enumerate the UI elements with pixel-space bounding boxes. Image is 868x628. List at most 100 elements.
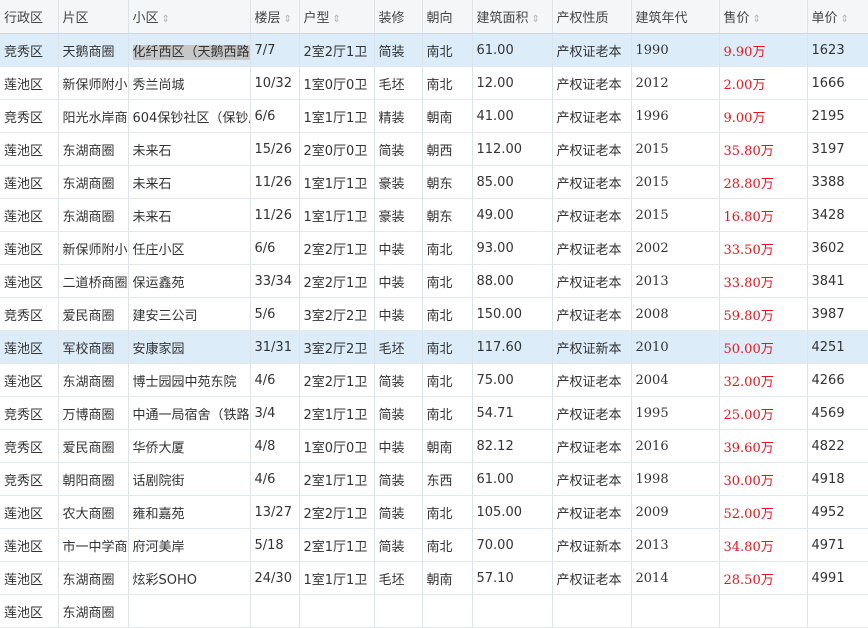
sort-arrows-icon[interactable]: ⇕ bbox=[162, 14, 170, 25]
table-row[interactable]: 莲池区 东湖商圈 bbox=[0, 594, 868, 628]
table-row[interactable]: 莲池区 新保师附小 秀兰尚城 10/32 1室0厅0卫 毛坯 南北 12.00 产权证老本 201… bbox=[0, 66, 868, 100]
price-value: 25.00万 bbox=[723, 407, 774, 423]
cell-district: 莲池区 bbox=[0, 330, 59, 364]
cell-district: 竞秀区 bbox=[0, 297, 59, 331]
cell-facing: 南北 bbox=[422, 231, 473, 265]
table-row[interactable]: 竞秀区 爱民商圈 建安三公司 5/6 3室2厅2卫 中装 南北 150.00 产权证老本 2008… bbox=[0, 297, 868, 331]
cell-district: 莲池区 bbox=[0, 66, 59, 100]
table-row[interactable]: 莲池区 东湖商圈 未来石 15/26 2室0厅0卫 简装 朝西 112.00 产权证老本 2015… bbox=[0, 132, 868, 166]
cell-property: 产权证老本 bbox=[552, 33, 632, 67]
table-row[interactable]: 莲池区 东湖商圈 未来石 11/26 1室1厅1卫 豪装 朝东 49.00 产权证老本 2015 1… bbox=[0, 198, 868, 232]
table-row[interactable]: 莲池区 军校商圈 安康家园 31/31 3室2厅2卫 毛坯 南北 117.60 产权证新本 201… bbox=[0, 330, 868, 364]
column-header-unit[interactable]: 单价 ⇕ bbox=[807, 0, 868, 34]
cell-price: 59.80万 bbox=[719, 297, 808, 331]
cell-area: 二道桥商圈 bbox=[58, 264, 129, 298]
column-header-label: 单价 bbox=[811, 11, 838, 26]
cell-decor: 简装 bbox=[374, 495, 423, 529]
cell-facing: 南北 bbox=[422, 495, 473, 529]
cell-layout: 1室0厅0卫 bbox=[299, 429, 375, 463]
cell-year bbox=[631, 594, 720, 628]
cell-decor: 中装 bbox=[374, 264, 423, 298]
cell-layout: 2室2厅1卫 bbox=[299, 363, 375, 397]
cell-price: 28.80万 bbox=[719, 165, 808, 199]
column-header-size[interactable]: 建筑面积 ⇕ bbox=[472, 0, 553, 34]
column-header-layout[interactable]: 户型 ⇕ bbox=[299, 0, 375, 34]
cell-size: 82.12 bbox=[472, 429, 553, 463]
cell-price: 52.00万 bbox=[719, 495, 808, 529]
community-name-highlighted: 化纤西区（天鹅西路） bbox=[132, 44, 249, 60]
cell-community: 化纤西区（天鹅西路） bbox=[128, 33, 251, 67]
sort-arrows-icon[interactable]: ⇕ bbox=[284, 14, 292, 25]
sort-arrows-icon[interactable]: ⇕ bbox=[841, 14, 849, 25]
cell-size: 112.00 bbox=[472, 132, 553, 166]
table-row[interactable]: 竞秀区阳光水岸商圈604保钞社区（保钞厂）6/61室1厅1卫精装朝南41.00产… bbox=[0, 99, 868, 133]
cell-layout: 2室1厅1卫 bbox=[299, 396, 375, 430]
column-header-community[interactable]: 小区 ⇕ bbox=[128, 0, 251, 34]
table-header-row: 行政区 片区 小区 ⇕ 楼层 ⇕ 户型 ⇕ 装修 朝向 建筑面积 ⇕ 产权性质 建筑年代 售价 ⇕ 单价 ⇕ bbox=[0, 0, 868, 34]
table-row[interactable]: 竞秀区 爱民商圈 华侨大厦 4/8 1室0厅0卫 中装 朝南 82.12 产权证老本 2016 39… bbox=[0, 429, 868, 463]
cell-floor: 6/6 bbox=[250, 99, 300, 133]
cell-price: 16.80万 bbox=[719, 198, 808, 232]
column-header-facing[interactable]: 朝向 bbox=[422, 0, 473, 34]
cell-floor: 5/18 bbox=[250, 528, 300, 562]
table-row[interactable]: 莲池区 东湖商圈 博士园园中苑东院 4/6 2室2厅1卫 简装 南北 75.00 产权证老本 20… bbox=[0, 363, 868, 397]
cell-facing: 南北 bbox=[422, 66, 473, 100]
table-row[interactable]: 莲池区市一中学商圈府河美岸5/182室1厅1卫简装南北70.00产权证新本201… bbox=[0, 528, 868, 562]
cell-district: 竞秀区 bbox=[0, 396, 59, 430]
table-row[interactable]: 竞秀区 朝阳商圈 话剧院街 4/6 2室1厅1卫 简装 东西 61.00 产权证老本 1998 30… bbox=[0, 462, 868, 496]
price-value: 32.00万 bbox=[723, 374, 774, 390]
table-row[interactable]: 莲池区 东湖商圈 未来石 11/26 1室1厅1卫 豪装 朝东 85.00 产权证老本 2015 2… bbox=[0, 165, 868, 199]
cell-property: 产权证老本 bbox=[552, 297, 632, 331]
column-header-year[interactable]: 建筑年代 bbox=[631, 0, 720, 34]
cell-year: 1995 bbox=[631, 396, 720, 430]
column-header-floor[interactable]: 楼层 ⇕ bbox=[250, 0, 300, 34]
cell-layout: 1室1厅1卫 bbox=[299, 165, 375, 199]
cell-price bbox=[719, 594, 808, 628]
column-header-property[interactable]: 产权性质 bbox=[552, 0, 632, 34]
cell-unit: 2195 bbox=[807, 99, 868, 133]
table-row[interactable]: 莲池区 农大商圈 雍和嘉苑 13/27 2室2厅1卫 简装 南北 105.00 产权证老本 200… bbox=[0, 495, 868, 529]
cell-community: 保运鑫苑 bbox=[128, 264, 251, 298]
table-row[interactable]: 竞秀区 天鹅商圈 化纤西区（天鹅西路） 7/7 2室2厅1卫 简装 南北 61.00 产权证老本… bbox=[0, 33, 868, 67]
cell-year: 2014 bbox=[631, 561, 720, 595]
cell-year: 1990 bbox=[631, 33, 720, 67]
cell-property: 产权证老本 bbox=[552, 132, 632, 166]
cell-facing: 南北 bbox=[422, 33, 473, 67]
cell-unit: 1623 bbox=[807, 33, 868, 67]
cell-price: 33.80万 bbox=[719, 264, 808, 298]
column-header-district[interactable]: 行政区 bbox=[0, 0, 59, 34]
cell-district: 竞秀区 bbox=[0, 99, 59, 133]
cell-district: 莲池区 bbox=[0, 231, 59, 265]
sort-arrows-icon[interactable]: ⇕ bbox=[532, 14, 540, 25]
cell-layout: 1室1厅1卫 bbox=[299, 561, 375, 595]
cell-size: 88.00 bbox=[472, 264, 553, 298]
column-header-price[interactable]: 售价 ⇕ bbox=[719, 0, 808, 34]
table-row[interactable]: 莲池区 新保师附小 任庄小区 6/6 2室2厅1卫 中装 南北 93.00 产权证老本 2002 3… bbox=[0, 231, 868, 265]
cell-decor: 简装 bbox=[374, 33, 423, 67]
cell-district: 竞秀区 bbox=[0, 462, 59, 496]
cell-property: 产权证老本 bbox=[552, 264, 632, 298]
table-row[interactable]: 莲池区 二道桥商圈 保运鑫苑 33/34 2室2厅1卫 中装 南北 88.00 产权证老本 201… bbox=[0, 264, 868, 298]
cell-floor: 10/32 bbox=[250, 66, 300, 100]
sort-arrows-icon[interactable]: ⇕ bbox=[333, 14, 341, 25]
cell-unit: 4251 bbox=[807, 330, 868, 364]
cell-community: 604保钞社区（保钞厂） bbox=[128, 99, 251, 133]
cell-facing: 朝东 bbox=[422, 165, 473, 199]
table-row[interactable]: 竞秀区 万博商圈 中通一局宿舍（铁路） 3/4 2室1厅1卫 简装 南北 54.71 产权证老本… bbox=[0, 396, 868, 430]
sort-arrows-icon[interactable]: ⇕ bbox=[753, 14, 761, 25]
table-row[interactable]: 莲池区 东湖商圈 炫彩SOHO 24/30 1室1厅1卫 毛坯 朝南 57.10 产权证老本 20… bbox=[0, 561, 868, 595]
cell-size: 75.00 bbox=[472, 363, 553, 397]
cell-district: 莲池区 bbox=[0, 264, 59, 298]
cell-size: 93.00 bbox=[472, 231, 553, 265]
cell-property: 产权证老本 bbox=[552, 429, 632, 463]
cell-facing: 朝南 bbox=[422, 561, 473, 595]
column-header-area[interactable]: 片区 bbox=[58, 0, 129, 34]
price-value: 2.00万 bbox=[723, 77, 766, 93]
cell-size: 61.00 bbox=[472, 33, 553, 67]
cell-size: 70.00 bbox=[472, 528, 553, 562]
price-value: 39.60万 bbox=[723, 440, 774, 456]
cell-community: 府河美岸 bbox=[128, 528, 251, 562]
cell-property: 产权证老本 bbox=[552, 462, 632, 496]
cell-price: 33.50万 bbox=[719, 231, 808, 265]
column-header-decor[interactable]: 装修 bbox=[374, 0, 423, 34]
